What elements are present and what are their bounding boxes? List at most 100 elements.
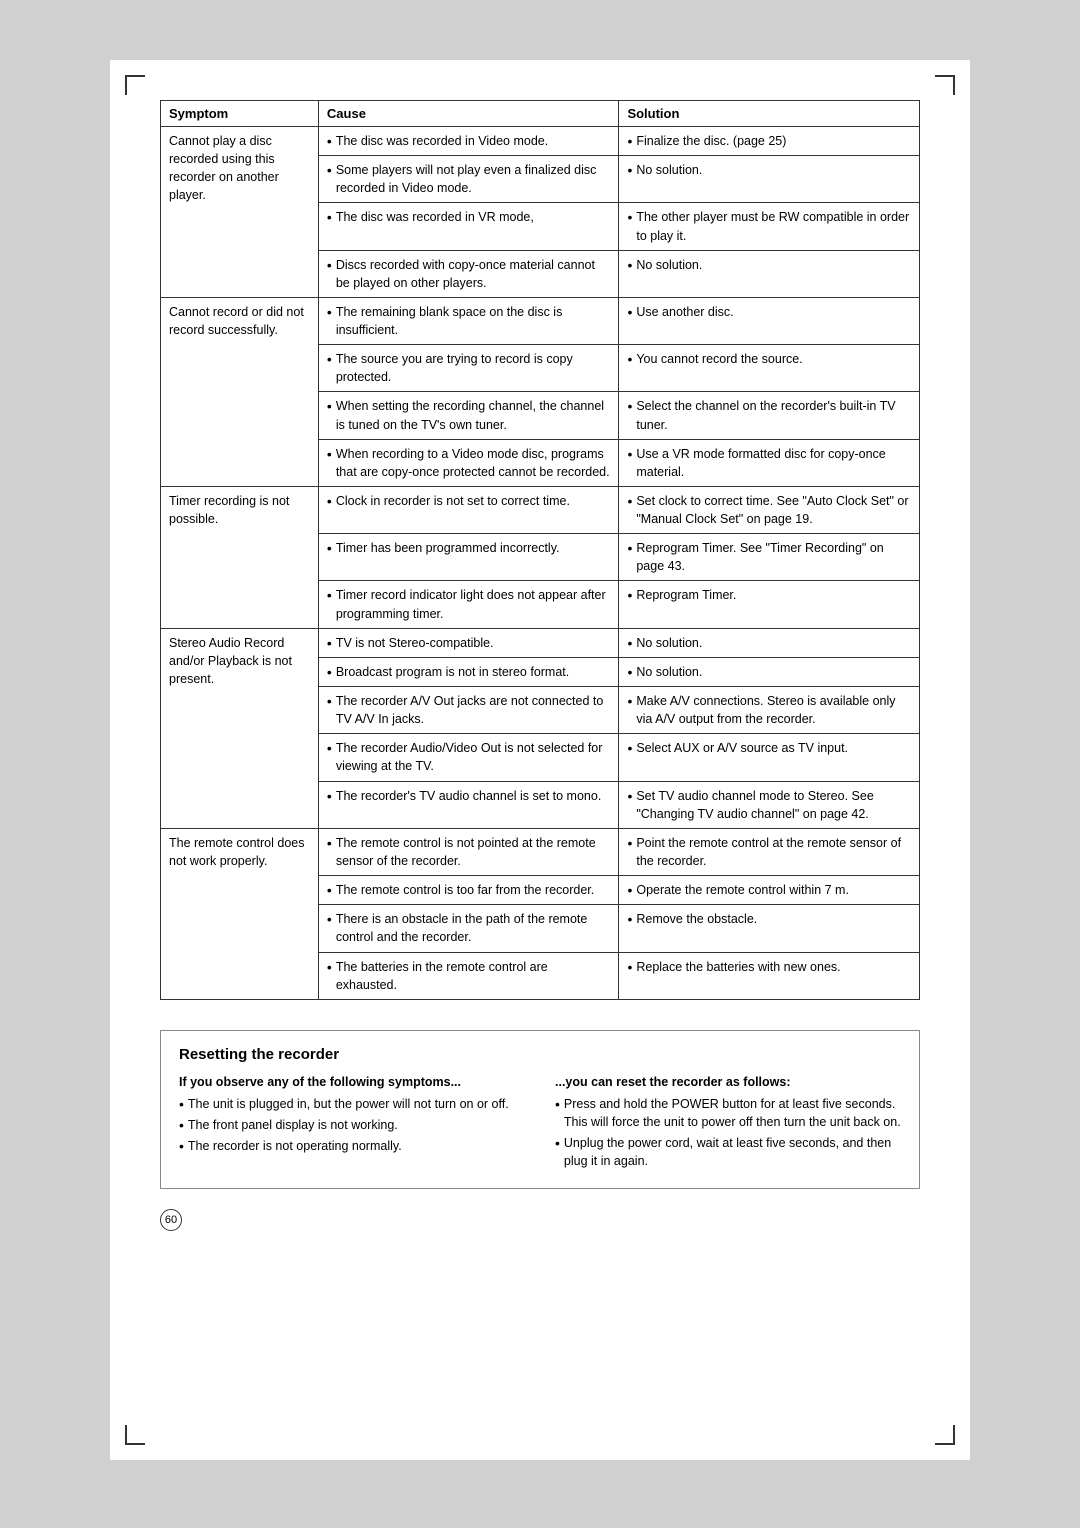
bullet-icon: • xyxy=(327,787,332,805)
page-number: 60 xyxy=(160,1209,182,1231)
solution-text: Remove the obstacle. xyxy=(636,910,757,928)
cause-text: The recorder Audio/Video Out is not sele… xyxy=(336,739,611,775)
page: Symptom Cause Solution Cannot play a dis… xyxy=(110,60,970,1460)
symptom-cell: Cannot play a disc recorded using this r… xyxy=(161,127,319,298)
cause-text: Discs recorded with copy-once material c… xyxy=(336,256,611,292)
cause-cell: •TV is not Stereo-compatible. xyxy=(318,628,619,657)
cause-cell: •The disc was recorded in VR mode, xyxy=(318,203,619,250)
solution-cell: •Set TV audio channel mode to Stereo. Se… xyxy=(619,781,920,828)
bullet-icon: • xyxy=(627,692,632,710)
bullet-icon: • xyxy=(555,1134,560,1152)
resetting-section: Resetting the recorder If you observe an… xyxy=(160,1030,920,1190)
bullet-icon: • xyxy=(627,445,632,463)
bullet-icon: • xyxy=(179,1137,184,1155)
resetting-right-subtitle: ...you can reset the recorder as follows… xyxy=(555,1075,901,1089)
bullet-icon: • xyxy=(327,208,332,226)
solution-text: Reprogram Timer. xyxy=(636,586,736,604)
solution-text: No solution. xyxy=(636,256,702,274)
solution-text: Make A/V connections. Stereo is availabl… xyxy=(636,692,911,728)
bullet-icon: • xyxy=(627,663,632,681)
solution-text: Point the remote control at the remote s… xyxy=(636,834,911,870)
cause-cell: •The remote control is too far from the … xyxy=(318,876,619,905)
bullet-icon: • xyxy=(627,492,632,510)
bullet-icon: • xyxy=(327,910,332,928)
solution-cell: •Reprogram Timer. See "Timer Recording" … xyxy=(619,534,920,581)
cause-text: The remote control is not pointed at the… xyxy=(336,834,611,870)
cause-cell: •The source you are trying to record is … xyxy=(318,345,619,392)
solution-cell: •Remove the obstacle. xyxy=(619,905,920,952)
table-row: Stereo Audio Record and/or Playback is n… xyxy=(161,628,920,657)
cause-cell: •The disc was recorded in Video mode. xyxy=(318,127,619,156)
cause-cell: •The batteries in the remote control are… xyxy=(318,952,619,999)
resetting-left-bullets: •The unit is plugged in, but the power w… xyxy=(179,1095,525,1156)
resetting-right-bullet-text: Unplug the power cord, wait at least fiv… xyxy=(564,1134,901,1170)
cause-cell: •The recorder's TV audio channel is set … xyxy=(318,781,619,828)
bullet-icon: • xyxy=(179,1095,184,1113)
resetting-right: ...you can reset the recorder as follows… xyxy=(555,1075,901,1174)
solution-cell: •Point the remote control at the remote … xyxy=(619,828,920,875)
table-row: The remote control does not work properl… xyxy=(161,828,920,875)
cause-cell: •Timer record indicator light does not a… xyxy=(318,581,619,628)
cause-text: The remaining blank space on the disc is… xyxy=(336,303,611,339)
solution-text: Set clock to correct time. See "Auto Clo… xyxy=(636,492,911,528)
bullet-icon: • xyxy=(327,692,332,710)
bullet-icon: • xyxy=(627,256,632,274)
bullet-icon: • xyxy=(179,1116,184,1134)
solution-text: Operate the remote control within 7 m. xyxy=(636,881,849,899)
symptom-cell: Stereo Audio Record and/or Playback is n… xyxy=(161,628,319,828)
solution-cell: •Operate the remote control within 7 m. xyxy=(619,876,920,905)
solution-cell: •Replace the batteries with new ones. xyxy=(619,952,920,999)
bullet-icon: • xyxy=(627,634,632,652)
bullet-icon: • xyxy=(327,350,332,368)
bullet-icon: • xyxy=(627,958,632,976)
solution-cell: •No solution. xyxy=(619,156,920,203)
bullet-icon: • xyxy=(627,881,632,899)
bullet-icon: • xyxy=(627,350,632,368)
bullet-icon: • xyxy=(627,586,632,604)
table-row: Cannot record or did not record successf… xyxy=(161,297,920,344)
resetting-title: Resetting the recorder xyxy=(179,1046,901,1063)
cause-text: When setting the recording channel, the … xyxy=(336,397,611,433)
bullet-icon: • xyxy=(327,256,332,274)
bullet-icon: • xyxy=(627,834,632,852)
solution-text: Replace the batteries with new ones. xyxy=(636,958,840,976)
bullet-icon: • xyxy=(327,834,332,852)
bullet-icon: • xyxy=(327,445,332,463)
cause-text: The source you are trying to record is c… xyxy=(336,350,611,386)
resetting-inner: If you observe any of the following symp… xyxy=(179,1075,901,1174)
corner-mark-tl xyxy=(125,75,145,95)
cause-cell: •The remote control is not pointed at th… xyxy=(318,828,619,875)
bullet-icon: • xyxy=(327,586,332,604)
solution-text: Use another disc. xyxy=(636,303,733,321)
solution-cell: •The other player must be RW compatible … xyxy=(619,203,920,250)
bullet-icon: • xyxy=(627,787,632,805)
bullet-icon: • xyxy=(627,739,632,757)
cause-cell: •When setting the recording channel, the… xyxy=(318,392,619,439)
cause-cell: •Clock in recorder is not set to correct… xyxy=(318,486,619,533)
cause-cell: •Timer has been programmed incorrectly. xyxy=(318,534,619,581)
solution-text: No solution. xyxy=(636,161,702,179)
cause-cell: •Broadcast program is not in stereo form… xyxy=(318,657,619,686)
cause-text: Broadcast program is not in stereo forma… xyxy=(336,663,569,681)
cause-text: The recorder's TV audio channel is set t… xyxy=(336,787,602,805)
resetting-left-bullet: •The front panel display is not working. xyxy=(179,1116,525,1134)
col-header-symptom: Symptom xyxy=(161,101,319,127)
cause-cell: •The recorder A/V Out jacks are not conn… xyxy=(318,687,619,734)
solution-text: Use a VR mode formatted disc for copy-on… xyxy=(636,445,911,481)
resetting-left-bullet: •The unit is plugged in, but the power w… xyxy=(179,1095,525,1113)
bullet-icon: • xyxy=(627,397,632,415)
solution-cell: •No solution. xyxy=(619,657,920,686)
cause-text: The remote control is too far from the r… xyxy=(336,881,594,899)
resetting-left: If you observe any of the following symp… xyxy=(179,1075,525,1174)
table-row: Cannot play a disc recorded using this r… xyxy=(161,127,920,156)
cause-text: TV is not Stereo-compatible. xyxy=(336,634,494,652)
resetting-right-bullet: •Press and hold the POWER button for at … xyxy=(555,1095,901,1131)
resetting-right-bullet: •Unplug the power cord, wait at least fi… xyxy=(555,1134,901,1170)
solution-cell: •Finalize the disc. (page 25) xyxy=(619,127,920,156)
cause-text: Clock in recorder is not set to correct … xyxy=(336,492,570,510)
col-header-cause: Cause xyxy=(318,101,619,127)
cause-cell: •When recording to a Video mode disc, pr… xyxy=(318,439,619,486)
resetting-left-bullet-text: The recorder is not operating normally. xyxy=(188,1137,402,1155)
resetting-right-bullets: •Press and hold the POWER button for at … xyxy=(555,1095,901,1171)
corner-mark-tr xyxy=(935,75,955,95)
